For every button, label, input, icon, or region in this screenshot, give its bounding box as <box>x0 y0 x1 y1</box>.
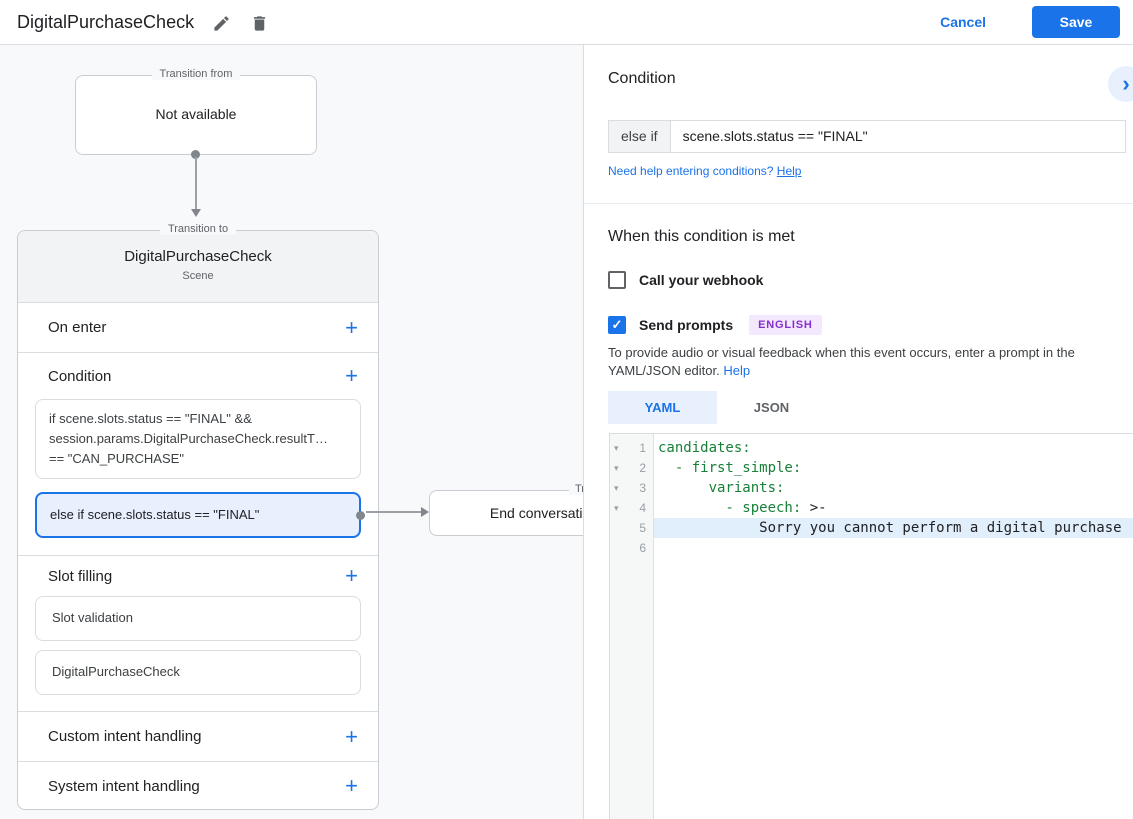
code-line: - speech: >- <box>658 500 827 516</box>
prompt-help-link[interactable]: Help <box>723 363 750 378</box>
tab-yaml[interactable]: YAML <box>608 391 717 424</box>
end-conversation-node[interactable]: Transition to End conversation <box>429 483 583 536</box>
scene-title: DigitalPurchaseCheck <box>124 248 272 265</box>
add-condition-button[interactable]: + <box>345 365 358 387</box>
fold-icon[interactable]: ▾ <box>610 503 625 514</box>
yaml-code-editor[interactable]: ▾ 1 ▾ 2 ▾ 3 ▾ 4 5 6 candidates: - first_simp… <box>609 433 1133 819</box>
save-button[interactable]: Save <box>1032 6 1120 38</box>
prompt-description: To provide audio or visual feedback when… <box>608 345 1075 378</box>
code-line-highlighted: Sorry you cannot perform a digital purch… <box>654 518 1133 538</box>
condition-expression-input[interactable]: scene.slots.status == "FINAL" <box>671 121 1125 152</box>
send-prompts-checkbox[interactable]: ✓ <box>608 316 626 334</box>
transition-from-node[interactable]: Transition from Not available <box>75 68 317 155</box>
call-webhook-label: Call your webhook <box>639 272 764 288</box>
editor-code-area[interactable]: candidates: - first_simple: variants: - … <box>654 434 1133 819</box>
fold-icon[interactable]: ▾ <box>610 483 625 494</box>
page-title: DigitalPurchaseCheck <box>17 12 195 32</box>
fold-icon[interactable]: ▾ <box>610 463 625 474</box>
condition-detail-panel: Condition › else if scene.slots.status =… <box>583 45 1133 819</box>
connector-arrowhead <box>421 507 429 517</box>
custom-intent-label: Custom intent handling <box>48 728 202 745</box>
slot-item-digitalpurchasecheck[interactable]: DigitalPurchaseCheck <box>35 650 361 695</box>
conditions-help-link[interactable]: Help <box>777 164 802 178</box>
add-system-intent-button[interactable]: + <box>345 775 358 797</box>
send-prompts-label: Send prompts <box>639 317 734 333</box>
condition-expression-row: else if scene.slots.status == "FINAL" <box>608 120 1126 153</box>
on-enter-label: On enter <box>48 319 107 336</box>
language-badge: ENGLISH <box>749 315 822 335</box>
panel-title: Condition <box>608 70 676 87</box>
code-line: - first_simple: <box>658 460 802 476</box>
tab-json[interactable]: JSON <box>717 391 826 424</box>
add-on-enter-button[interactable]: + <box>345 316 358 339</box>
line-number: 6 <box>639 541 646 555</box>
webhook-row: Call your webhook <box>608 271 763 289</box>
panel-divider <box>584 203 1133 204</box>
line-number: 1 <box>639 441 646 455</box>
fold-icon[interactable]: ▾ <box>610 443 625 454</box>
condition-item-elseif-selected[interactable]: else if scene.slots.status == "FINAL" <box>35 492 365 538</box>
system-intent-label: System intent handling <box>48 777 200 795</box>
chevron-right-icon: › <box>1122 71 1130 96</box>
scene-node: Transition to DigitalPurchaseCheck Scene… <box>17 223 379 810</box>
send-prompts-row: ✓ Send prompts ENGLISH <box>608 315 822 335</box>
connector-line <box>366 511 421 513</box>
scene-editor-page: DigitalPurchaseCheck Cancel Save Transit… <box>0 0 1133 819</box>
cancel-button[interactable]: Cancel <box>924 6 1002 38</box>
slot-filling-label: Slot filling <box>48 567 113 585</box>
check-icon: ✓ <box>611 317 623 332</box>
line-number: 2 <box>639 461 646 475</box>
section-on-enter: On enter + <box>18 303 378 353</box>
connector-arrowhead <box>191 209 201 217</box>
condition-output-dot <box>356 510 365 520</box>
collapse-panel-button[interactable]: › <box>1108 66 1133 102</box>
trash-icon <box>253 15 265 31</box>
pencil-icon <box>213 15 229 31</box>
section-custom-intent: Custom intent handling + <box>18 712 378 762</box>
condition-item-if[interactable]: if scene.slots.status == "FINAL" && sess… <box>35 399 361 479</box>
transition-from-content: Not available <box>155 106 237 122</box>
when-met-title: When this condition is met <box>608 228 795 245</box>
line-number: 5 <box>639 521 646 535</box>
flow-canvas: Transition from Not available Transition… <box>0 45 583 819</box>
section-condition: Condition + if scene.slots.status == "FI… <box>18 353 378 556</box>
connector-line <box>195 157 197 209</box>
code-line: candidates: <box>658 440 751 456</box>
call-webhook-checkbox[interactable] <box>608 271 626 289</box>
end-node-content: End conversation <box>489 505 583 521</box>
elseif-prefix-label: else if <box>609 121 671 152</box>
section-system-intent: System intent handling + <box>18 762 378 810</box>
scene-header[interactable]: DigitalPurchaseCheck Scene <box>18 231 378 303</box>
code-line: variants: <box>658 480 785 496</box>
line-number: 3 <box>639 481 646 495</box>
slot-item-validation[interactable]: Slot validation <box>35 596 361 641</box>
add-slot-button[interactable]: + <box>345 565 358 587</box>
section-slot-filling: Slot filling + Slot validation DigitalPu… <box>18 556 378 712</box>
scene-subtitle: Scene <box>182 270 214 282</box>
add-custom-intent-button[interactable]: + <box>345 725 358 748</box>
conditions-help-text: Need help entering conditions? Help <box>608 164 802 178</box>
editor-format-tabs: YAML JSON <box>608 391 826 424</box>
line-number: 4 <box>639 501 646 515</box>
top-bar: DigitalPurchaseCheck Cancel Save <box>0 0 1133 45</box>
editor-gutter: ▾ 1 ▾ 2 ▾ 3 ▾ 4 5 6 <box>610 434 654 819</box>
edit-title-button[interactable] <box>208 10 234 36</box>
delete-scene-button[interactable] <box>246 10 272 36</box>
condition-label: Condition <box>48 367 112 385</box>
